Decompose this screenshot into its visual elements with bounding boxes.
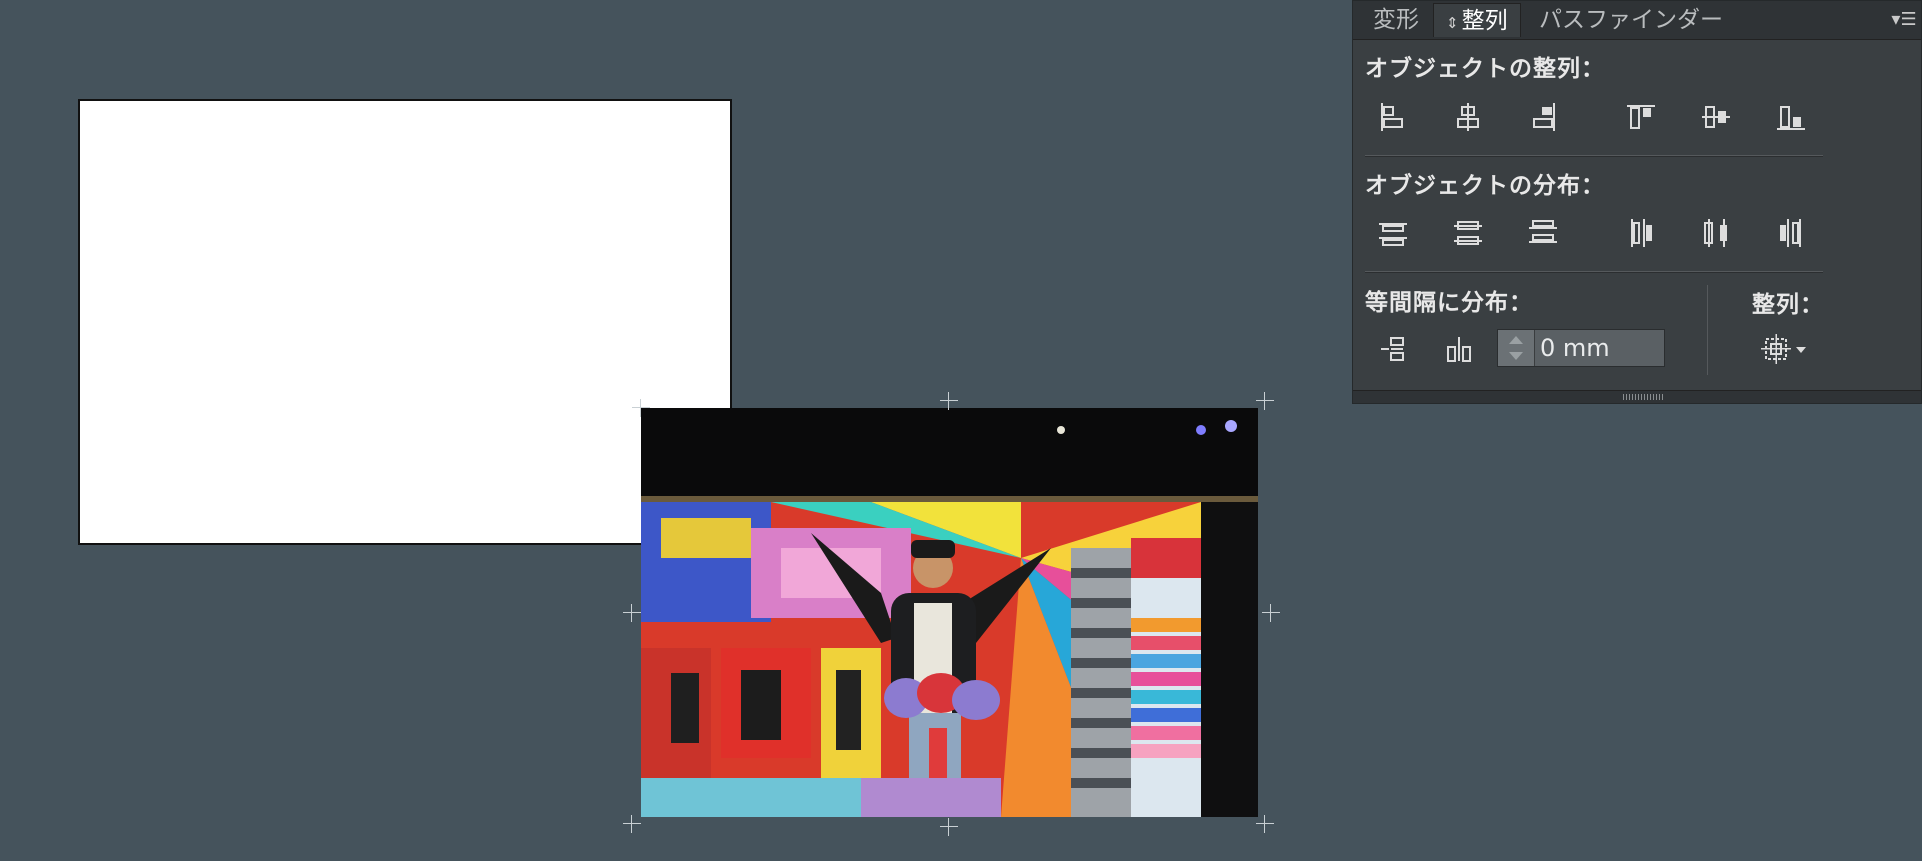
- align-to-selection-icon[interactable]: [1758, 329, 1818, 369]
- panel-resize-bar[interactable]: [1353, 390, 1921, 403]
- vertical-distribute-top-icon[interactable]: [1373, 213, 1413, 253]
- horizontal-distribute-left-icon[interactable]: [1621, 213, 1661, 253]
- horizontal-distribute-space-icon[interactable]: [1439, 329, 1479, 369]
- horizontal-distribute-right-icon[interactable]: [1771, 213, 1811, 253]
- white-rectangle-object[interactable]: [78, 99, 732, 545]
- horizontal-align-right-icon[interactable]: [1523, 97, 1563, 137]
- align-to-title: 整列：: [1752, 292, 1824, 318]
- spacing-value-input[interactable]: [1538, 330, 1664, 366]
- vertical-align-top-icon[interactable]: [1621, 97, 1661, 137]
- vertical-distribute-bottom-icon[interactable]: [1523, 213, 1563, 253]
- stepper-up-icon[interactable]: [1509, 336, 1523, 344]
- bounding-box-handle-middle-left[interactable]: [623, 604, 641, 622]
- horizontal-align-left-icon[interactable]: [1373, 97, 1413, 137]
- bounding-box-handle-bottom-right[interactable]: [1256, 815, 1274, 833]
- align-panel: 変形 ⇕ 整列 パスファインダー ▾☰ オブジェクトの整列： オブジェクトの分布：: [1352, 0, 1922, 404]
- bounding-box-handle-top-right[interactable]: [1256, 392, 1274, 410]
- tab-pathfinder[interactable]: パスファインダー: [1527, 3, 1735, 37]
- bounding-box-handle-top-left[interactable]: [632, 399, 650, 417]
- section-divider: [1365, 271, 1823, 273]
- align-objects-title: オブジェクトの整列：: [1365, 56, 1605, 82]
- horizontal-distribute-center-icon[interactable]: [1696, 213, 1736, 253]
- bounding-box-handle-bottom-center[interactable]: [940, 818, 958, 836]
- tab-align[interactable]: ⇕ 整列: [1433, 3, 1521, 37]
- horizontal-align-center-icon[interactable]: [1448, 97, 1488, 137]
- spacing-stepper[interactable]: [1497, 329, 1665, 367]
- placed-photo[interactable]: [641, 408, 1258, 817]
- photo-image: [641, 408, 1258, 817]
- section-divider: [1365, 155, 1823, 157]
- vertical-align-bottom-icon[interactable]: [1771, 97, 1811, 137]
- stepper-down-icon[interactable]: [1509, 352, 1523, 360]
- vertical-distribute-space-icon[interactable]: [1373, 329, 1413, 369]
- vertical-align-center-icon[interactable]: [1696, 97, 1736, 137]
- vertical-distribute-center-icon[interactable]: [1448, 213, 1488, 253]
- bounding-box-handle-middle-right[interactable]: [1262, 604, 1280, 622]
- bounding-box-handle-top-center[interactable]: [940, 392, 958, 410]
- distribute-spacing-title: 等間隔に分布：: [1365, 290, 1533, 316]
- tab-expand-icon: ⇕: [1446, 14, 1459, 32]
- panel-menu-icon[interactable]: ▾☰: [1887, 7, 1921, 33]
- resize-grip-icon[interactable]: [1623, 394, 1663, 400]
- section-vertical-divider: [1707, 285, 1708, 375]
- tab-transform[interactable]: 変形: [1361, 3, 1431, 37]
- panel-tab-bar: 変形 ⇕ 整列 パスファインダー ▾☰: [1353, 1, 1921, 40]
- stepper-arrows[interactable]: [1498, 330, 1535, 366]
- distribute-objects-title: オブジェクトの分布：: [1365, 173, 1605, 199]
- bounding-box-handle-bottom-left[interactable]: [623, 815, 641, 833]
